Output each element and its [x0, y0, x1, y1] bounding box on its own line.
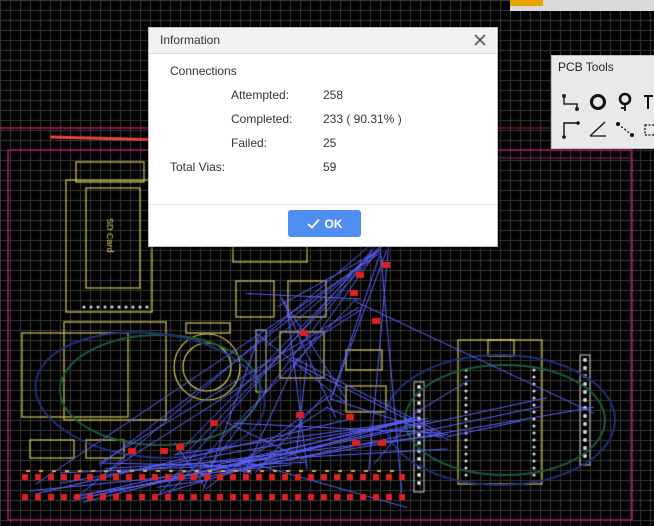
arc-icon[interactable]: [587, 118, 609, 140]
dialog-header: Information: [149, 28, 497, 54]
top-toolbar-strip: [510, 0, 654, 11]
completed-value: 233 ( 90.31% ): [323, 112, 402, 126]
pcb-tools-title: PCB Tools: [558, 60, 614, 74]
attempted-label: Attempted:: [231, 88, 290, 102]
failed-label: Failed:: [231, 136, 268, 150]
pad-icon[interactable]: [587, 91, 609, 113]
track-icon[interactable]: [560, 91, 582, 113]
failed-value: 25: [323, 136, 337, 150]
pcb-tools-panel: PCB Tools: [551, 55, 654, 149]
ok-button[interactable]: OK: [288, 210, 361, 237]
total-vias-label: Total Vias:: [170, 160, 226, 174]
text-icon[interactable]: [641, 91, 654, 113]
dialog-title: Information: [160, 33, 221, 47]
total-vias-value: 59: [323, 160, 337, 174]
attempted-value: 258: [323, 88, 344, 102]
via-icon[interactable]: [614, 91, 636, 113]
checkmark-icon: [306, 218, 320, 229]
connect-icon[interactable]: [614, 118, 636, 140]
ok-label: OK: [324, 216, 343, 231]
line-icon[interactable]: [560, 118, 582, 140]
dialog-body: Connections Attempted: 258 Completed: 23…: [149, 54, 497, 205]
rectangle-icon[interactable]: [641, 118, 654, 140]
connections-heading: Connections: [170, 64, 237, 78]
information-dialog: Information Connections Attempted: 258 C…: [148, 27, 498, 247]
toolbar-accent: [510, 0, 543, 6]
close-icon[interactable]: [471, 31, 489, 49]
dialog-footer: OK: [149, 205, 497, 246]
completed-label: Completed:: [231, 112, 293, 126]
